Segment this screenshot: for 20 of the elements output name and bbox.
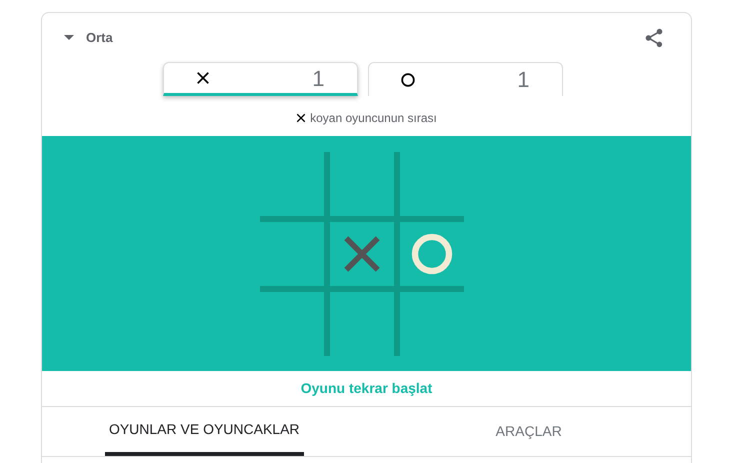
turn-label: koyan oyuncunun sırası xyxy=(310,110,437,127)
caret-icon[interactable] xyxy=(64,35,74,41)
category-tab[interactable]: ARAÇLAR xyxy=(492,407,566,456)
score-tab[interactable]: 1 xyxy=(162,62,358,96)
level-label: Orta xyxy=(86,29,113,48)
board-cell[interactable] xyxy=(330,292,394,356)
board-cell[interactable] xyxy=(330,152,394,216)
share-icon[interactable] xyxy=(643,27,665,49)
x-icon xyxy=(296,113,306,123)
circle-icon xyxy=(400,72,414,86)
score-value: 1 xyxy=(312,64,324,92)
restart-button[interactable]: Oyunu tekrar başlat xyxy=(300,378,432,399)
board-cell[interactable] xyxy=(260,222,324,286)
board-cell[interactable] xyxy=(400,222,464,286)
score-tab[interactable]: 1 xyxy=(368,62,562,96)
circle-icon xyxy=(410,232,452,274)
x-icon xyxy=(196,71,210,85)
score-value: 1 xyxy=(517,66,530,94)
category-tab[interactable]: OYUNLAR VE OYUNCAKLAR xyxy=(104,407,304,456)
board-cell[interactable] xyxy=(330,222,394,286)
